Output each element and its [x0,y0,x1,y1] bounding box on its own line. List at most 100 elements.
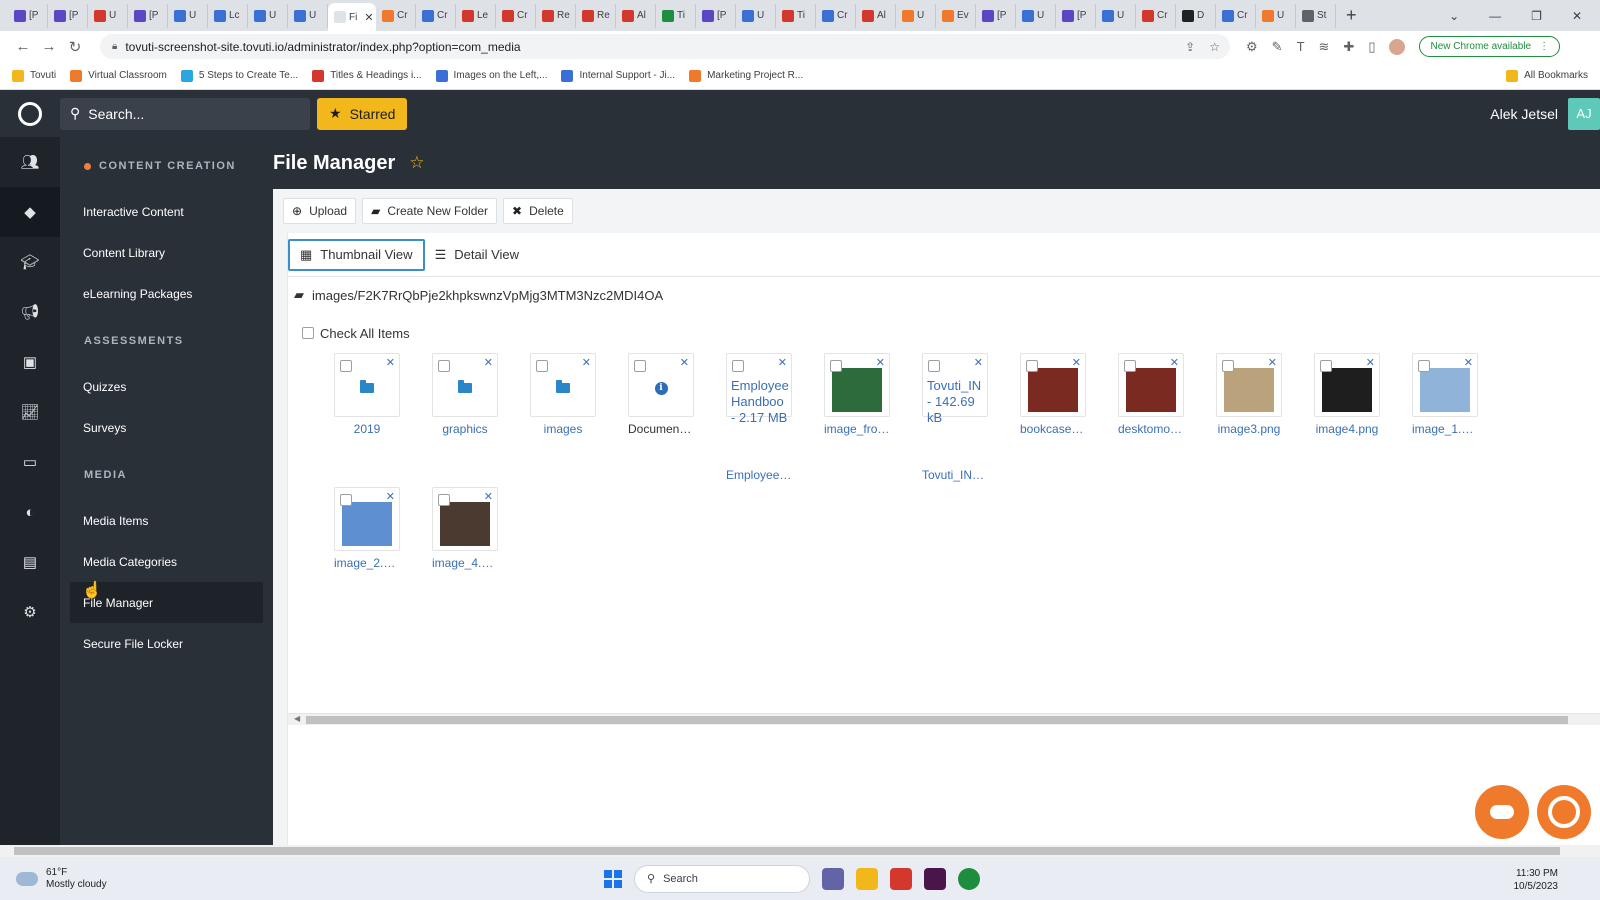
file-thumbnail[interactable]: ✕ [824,353,890,417]
browser-tab[interactable]: Re [536,3,576,28]
messages-icon[interactable]: ▭ [0,437,60,487]
file-checkbox[interactable] [438,360,450,372]
browser-tab[interactable]: Al [856,3,896,28]
browser-tab[interactable]: Le [456,3,496,28]
forward-icon[interactable]: → [36,38,62,55]
file-name[interactable]: Documentat... [628,421,694,437]
browser-tab[interactable]: U [88,3,128,28]
browser-tab[interactable]: [P [128,3,168,28]
check-all-label[interactable]: Check All Items [320,326,410,341]
tab-detail-view[interactable]: ☰ Detail View [425,239,529,271]
scrollbar-thumb[interactable] [306,716,1568,724]
file-thumbnail[interactable]: ✕ [1314,353,1380,417]
file-name[interactable]: graphics [432,421,498,437]
page-horizontal-scrollbar[interactable] [0,845,1600,857]
file-item[interactable]: ✕ image4.png [1314,353,1412,483]
new-chrome-available-button[interactable]: New Chrome available ⋮ [1419,36,1561,57]
extension-pen-icon[interactable]: ✎ [1272,39,1283,55]
file-name[interactable]: image3.png [1216,421,1282,437]
file-checkbox[interactable] [340,360,352,372]
extension-gear-icon[interactable]: ⚙ [1246,39,1258,55]
windows-start-icon[interactable] [604,869,622,888]
sidebar-item-secure-file-locker[interactable]: Secure File Locker [70,623,263,664]
browser-tab[interactable]: Re [576,3,616,28]
browser-tab[interactable]: St [1296,3,1336,28]
browser-tab[interactable]: Cr [416,3,456,28]
file-checkbox[interactable] [1222,360,1234,372]
file-thumbnail[interactable]: ✕ [1412,353,1478,417]
delete-file-icon[interactable]: ✕ [1072,356,1081,369]
browser-tab[interactable]: [P [48,3,88,28]
new-tab-icon[interactable]: + [1346,5,1357,26]
file-name[interactable]: desktomobi... [1118,421,1184,437]
slack-icon[interactable] [924,867,946,890]
side-panel-icon[interactable]: ▯ [1368,39,1375,55]
browser-tab[interactable]: U [1016,3,1056,28]
browser-tab[interactable]: U [736,3,776,28]
address-bar[interactable]: 🔒︎ tovuti-screenshot-site.tovuti.io/admi… [100,34,1230,59]
file-name[interactable]: image_from... [824,421,890,437]
bookmark-star-icon[interactable]: ☆ [1209,40,1220,54]
browser-tab[interactable]: Cr [496,3,536,28]
file-thumbnail[interactable]: ✕ [1118,353,1184,417]
file-item[interactable]: ✕ desktomobi... [1118,353,1216,483]
file-checkbox[interactable] [634,360,646,372]
delete-file-icon[interactable]: ✕ [484,356,493,369]
file-checkbox[interactable] [732,360,744,372]
delete-button[interactable]: ✖ Delete [503,198,573,224]
browser-tab[interactable]: U [1096,3,1136,28]
file-item[interactable]: ✕ image_1.pn... [1412,353,1510,483]
bookmark-item[interactable]: Marketing Project R... [689,69,803,82]
delete-file-icon[interactable]: ✕ [1366,356,1375,369]
calendar-icon[interactable]: ▤ [0,537,60,587]
sidebar-item-quizzes[interactable]: Quizzes [70,366,263,407]
file-checkbox[interactable] [1418,360,1430,372]
sidebar-item-surveys[interactable]: Surveys [70,407,263,448]
browser-tab[interactable]: U [1256,3,1296,28]
system-clock[interactable]: 11:30 PM 10/5/2023 [1514,867,1559,893]
scroll-left-icon[interactable]: ◀ [294,714,300,723]
delete-file-icon[interactable]: ✕ [386,356,395,369]
bookmark-item[interactable]: Internal Support - Ji... [561,69,675,82]
browser-tab[interactable]: U [288,3,328,28]
browser-tab[interactable]: U [168,3,208,28]
restore-icon[interactable]: ❐ [1531,9,1542,23]
create-folder-button[interactable]: ▰ Create New Folder [362,198,498,224]
file-name[interactable]: Tovuti_INC... [922,467,988,483]
browser-tab[interactable]: Ti [776,3,816,28]
tab-close-icon[interactable]: ✕ [364,11,373,24]
sidebar-item-content-library[interactable]: Content Library [70,232,263,273]
delete-file-icon[interactable]: ✕ [680,356,689,369]
file-checkbox[interactable] [438,494,450,506]
browser-tab[interactable]: [P [976,3,1016,28]
file-name[interactable]: image4.png [1314,421,1380,437]
file-checkbox[interactable] [928,360,940,372]
starred-button[interactable]: ★ Starred [317,97,408,130]
file-name[interactable]: Employee-H... [726,467,792,483]
file-item[interactable]: ✕ Employee Handboo - 2.17 MB Employee-H... [726,353,824,483]
browser-tab[interactable]: Ev [936,3,976,28]
file-thumbnail[interactable]: ✕ [334,487,400,551]
bookmark-item[interactable]: Tovuti [12,69,56,82]
content-icon[interactable]: ◆ [0,187,60,237]
file-item[interactable]: ✕ graphics [432,353,530,483]
reload-icon[interactable]: ↻ [62,38,88,56]
file-item[interactable]: ✕ image_4.pn... [432,487,530,571]
sidebar-item-elearning-packages[interactable]: eLearning Packages [70,273,263,314]
delete-file-icon[interactable]: ✕ [1464,356,1473,369]
file-thumbnail[interactable]: ✕ Tovuti_IN - 142.69 kB [922,353,988,425]
file-name[interactable]: image_4.pn... [432,555,498,571]
delete-file-icon[interactable]: ✕ [386,490,395,503]
share-icon[interactable]: ⇪ [1185,40,1195,54]
browser-tab[interactable]: Ti [656,3,696,28]
theme-icon[interactable]: ◐ [0,487,60,537]
commerce-icon[interactable]: ▣ [0,337,60,387]
user-menu[interactable]: Alek Jetsel AJ [1490,97,1600,130]
file-item[interactable]: ✕ image3.png [1216,353,1314,483]
browser-tab[interactable]: Cr [816,3,856,28]
file-thumbnail[interactable]: ✕ [1216,353,1282,417]
browser-tab[interactable]: U [896,3,936,28]
file-item[interactable]: ✕ 2019 [334,353,432,483]
upload-button[interactable]: ⊕ Upload [283,198,357,224]
sidebar-item-media-items[interactable]: Media Items [70,500,263,541]
